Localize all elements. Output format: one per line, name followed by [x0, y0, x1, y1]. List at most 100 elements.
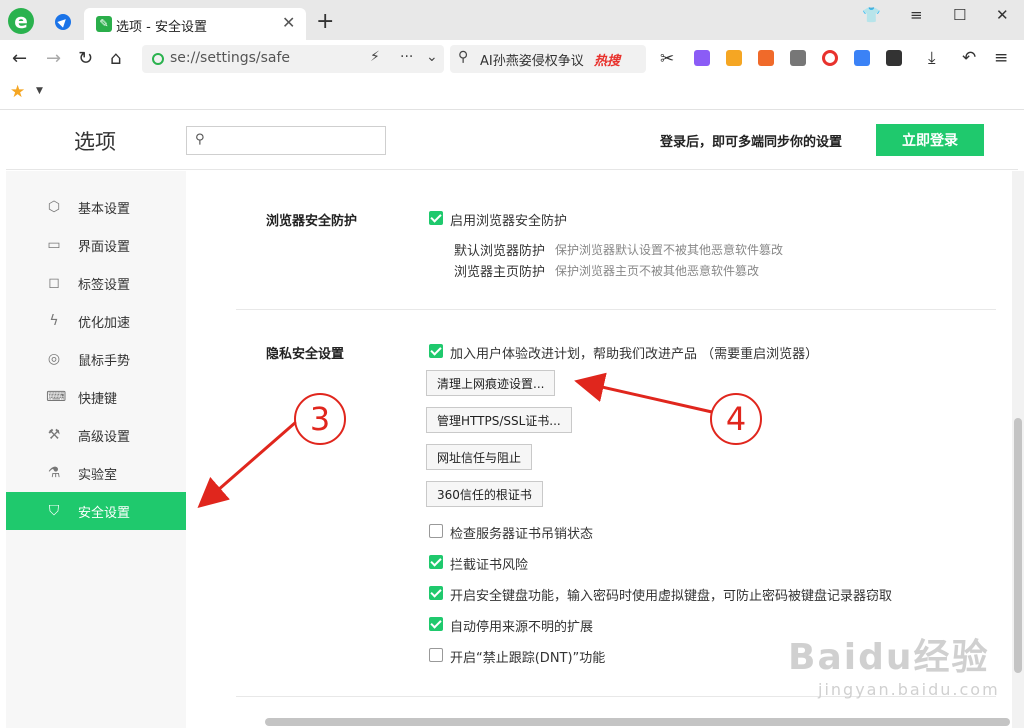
vertical-scrollbar-thumb[interactable] [1014, 418, 1022, 673]
disable-unknown-ext-checkbox[interactable] [429, 617, 443, 631]
sidebar-item-label: 快捷键 [78, 392, 118, 407]
shirt-icon[interactable]: 👕 [862, 6, 881, 24]
refresh-button[interactable]: ↻ [78, 48, 93, 69]
address-text: se://settings/safe [170, 50, 291, 66]
scissors-icon[interactable]: ✂ [660, 49, 674, 69]
sidebar-item-tabs[interactable]: ◻ 标签设置 [6, 264, 186, 302]
sidebar-item-label: 优化加速 [78, 316, 131, 331]
sidebar-item-speed[interactable]: ϟ 优化加速 [6, 302, 186, 340]
sidebar-item-label: 鼠标手势 [78, 354, 131, 369]
flask-icon: ⚗ [47, 465, 61, 481]
mouse-icon: ◎ [47, 351, 61, 367]
caret-down-icon[interactable]: ▼ [36, 86, 43, 96]
search-icon: ⚲ [195, 132, 205, 147]
sidebar-item-lab[interactable]: ⚗ 实验室 [6, 454, 186, 492]
option-text: 开启“禁止跟踪(DNT)”功能 [450, 651, 606, 666]
sidebar-item-security[interactable]: ⛉ 安全设置 [6, 492, 186, 530]
join-program-text: 加入用户体验改进计划，帮助我们改进产品 （需要重启浏览器） [450, 347, 819, 362]
menu-icon[interactable]: ≡ [910, 6, 923, 24]
section-privacy: 隐私安全设置 [266, 347, 345, 362]
main-menu-icon[interactable]: ≡ [994, 48, 1008, 68]
window-icon: ▭ [47, 237, 61, 253]
settings-search-input[interactable] [213, 130, 381, 152]
search-icon: ⚲ [458, 49, 469, 65]
media-icon[interactable] [790, 50, 806, 66]
annotation-step-4: 4 [710, 393, 762, 445]
home-button[interactable]: ⌂ [110, 48, 121, 69]
close-window-button[interactable]: ✕ [996, 6, 1009, 24]
join-program-checkbox[interactable] [429, 344, 443, 358]
clear-traces-button[interactable]: 清理上网痕迹设置... [426, 370, 556, 396]
sidebar-item-label: 标签设置 [78, 278, 131, 293]
browser-protection-checkbox[interactable] [429, 211, 443, 225]
settings-search[interactable]: ⚲ [186, 126, 386, 155]
secure-shield-icon [152, 53, 164, 65]
lightning-icon: ϟ [49, 313, 59, 329]
download-icon[interactable]: ⤓ [928, 48, 936, 68]
default-browser-protection-title: 默认浏览器防护 [454, 244, 546, 259]
tab-title: 选项 - 安全设置 [116, 20, 207, 35]
sidebar-item-interface[interactable]: ▭ 界面设置 [6, 226, 186, 264]
url-trust-button[interactable]: 网址信任与阻止 [426, 444, 533, 470]
more-icon[interactable]: ··· [400, 49, 413, 65]
tab-icon: ◻ [48, 275, 60, 291]
title-bar: e ✎ 选项 - 安全设置 ✕ + 👕 ≡ ☐ ✕ [0, 0, 1024, 40]
maximize-button[interactable]: ☐ [953, 6, 966, 24]
favorites-star-icon[interactable]: ★ [10, 82, 25, 102]
keyboard-icon: ⌨ [46, 389, 67, 405]
address-bar[interactable]: se://settings/safe ⚡ ··· ⌄ [142, 45, 444, 73]
baidu-watermark: Baidu经验 jingyan.baidu.com [788, 628, 1000, 699]
apps-grid-icon[interactable] [886, 50, 902, 66]
record-icon[interactable] [822, 50, 838, 66]
homepage-protection-desc: 保护浏览器主页不被其他恶意软件篡改 [555, 264, 760, 278]
cert-risk-checkbox[interactable] [429, 555, 443, 569]
lightning-icon[interactable]: ⚡ [370, 49, 380, 65]
sidebar-item-label: 安全设置 [78, 506, 131, 521]
option-text: 开启安全键盘功能，输入密码时使用虚拟键盘，可防止密码被键盘记录器窃取 [450, 589, 893, 604]
navigation-toolbar: ← → ↻ ⌂ se://settings/safe ⚡ ··· ⌄ ⚲ AI孙… [0, 40, 1024, 78]
settings-sidebar: ⬡ 基本设置 ▭ 界面设置 ◻ 标签设置 ϟ 优化加速 ◎ 鼠标手势 ⌨ 快捷键… [6, 171, 186, 728]
wrench-icon: ✎ [96, 16, 112, 32]
hot-badge: 热搜 [594, 54, 621, 69]
option-text: 检查服务器证书吊销状态 [450, 527, 594, 542]
close-tab-icon[interactable]: ✕ [282, 13, 295, 32]
translate-icon[interactable] [694, 50, 710, 66]
login-button[interactable]: 立即登录 [876, 124, 984, 156]
annotation-step-3: 3 [294, 393, 346, 445]
browser-protection-text: 启用浏览器安全防护 [450, 214, 568, 229]
sidebar-item-advanced[interactable]: ⚒ 高级设置 [6, 416, 186, 454]
login-tip: 登录后，即可多端同步你的设置 [660, 135, 843, 150]
dnt-checkbox[interactable] [429, 648, 443, 662]
wrench-icon: ⚒ [47, 427, 61, 443]
sidebar-item-shortcuts[interactable]: ⌨ 快捷键 [6, 378, 186, 416]
back-button[interactable]: ← [12, 48, 27, 69]
sidebar-item-label: 界面设置 [78, 240, 131, 255]
hot-search-box[interactable]: ⚲ AI孙燕姿侵权争议 热搜 [450, 45, 646, 73]
option-text: 自动停用来源不明的扩展 [450, 620, 594, 635]
pinned-tab-icon[interactable] [55, 14, 71, 30]
browser-logo-icon[interactable]: e [8, 8, 34, 34]
tab-settings[interactable]: ✎ 选项 - 安全设置 ✕ [84, 8, 306, 40]
new-tab-button[interactable]: + [316, 9, 334, 34]
watermark-url: jingyan.baidu.com [818, 680, 1000, 699]
manage-certs-button[interactable]: 管理HTTPS/SSL证书... [426, 407, 572, 433]
game-icon[interactable] [758, 50, 774, 66]
forward-button[interactable]: → [46, 48, 61, 69]
sidebar-item-label: 高级设置 [78, 430, 131, 445]
sidebar-item-basic[interactable]: ⬡ 基本设置 [6, 188, 186, 226]
horizontal-scrollbar-thumb[interactable] [265, 718, 1010, 726]
chevron-down-icon[interactable]: ⌄ [426, 49, 438, 65]
secure-keyboard-checkbox[interactable] [429, 586, 443, 600]
sidebar-item-label: 基本设置 [78, 202, 131, 217]
root-certs-button[interactable]: 360信任的根证书 [426, 481, 543, 507]
watermark-title: Baidu经验 [788, 637, 990, 678]
bird-icon[interactable] [854, 50, 870, 66]
hexagon-icon: ⬡ [47, 199, 61, 215]
undo-icon[interactable]: ↶ [962, 48, 976, 68]
homepage-protection-title: 浏览器主页防护 [454, 265, 546, 280]
section-divider [236, 309, 996, 310]
sidebar-item-gestures[interactable]: ◎ 鼠标手势 [6, 340, 186, 378]
sidebar-item-label: 实验室 [78, 468, 118, 483]
revocation-check-checkbox[interactable] [429, 524, 443, 538]
shield-extension-icon[interactable] [726, 50, 742, 66]
